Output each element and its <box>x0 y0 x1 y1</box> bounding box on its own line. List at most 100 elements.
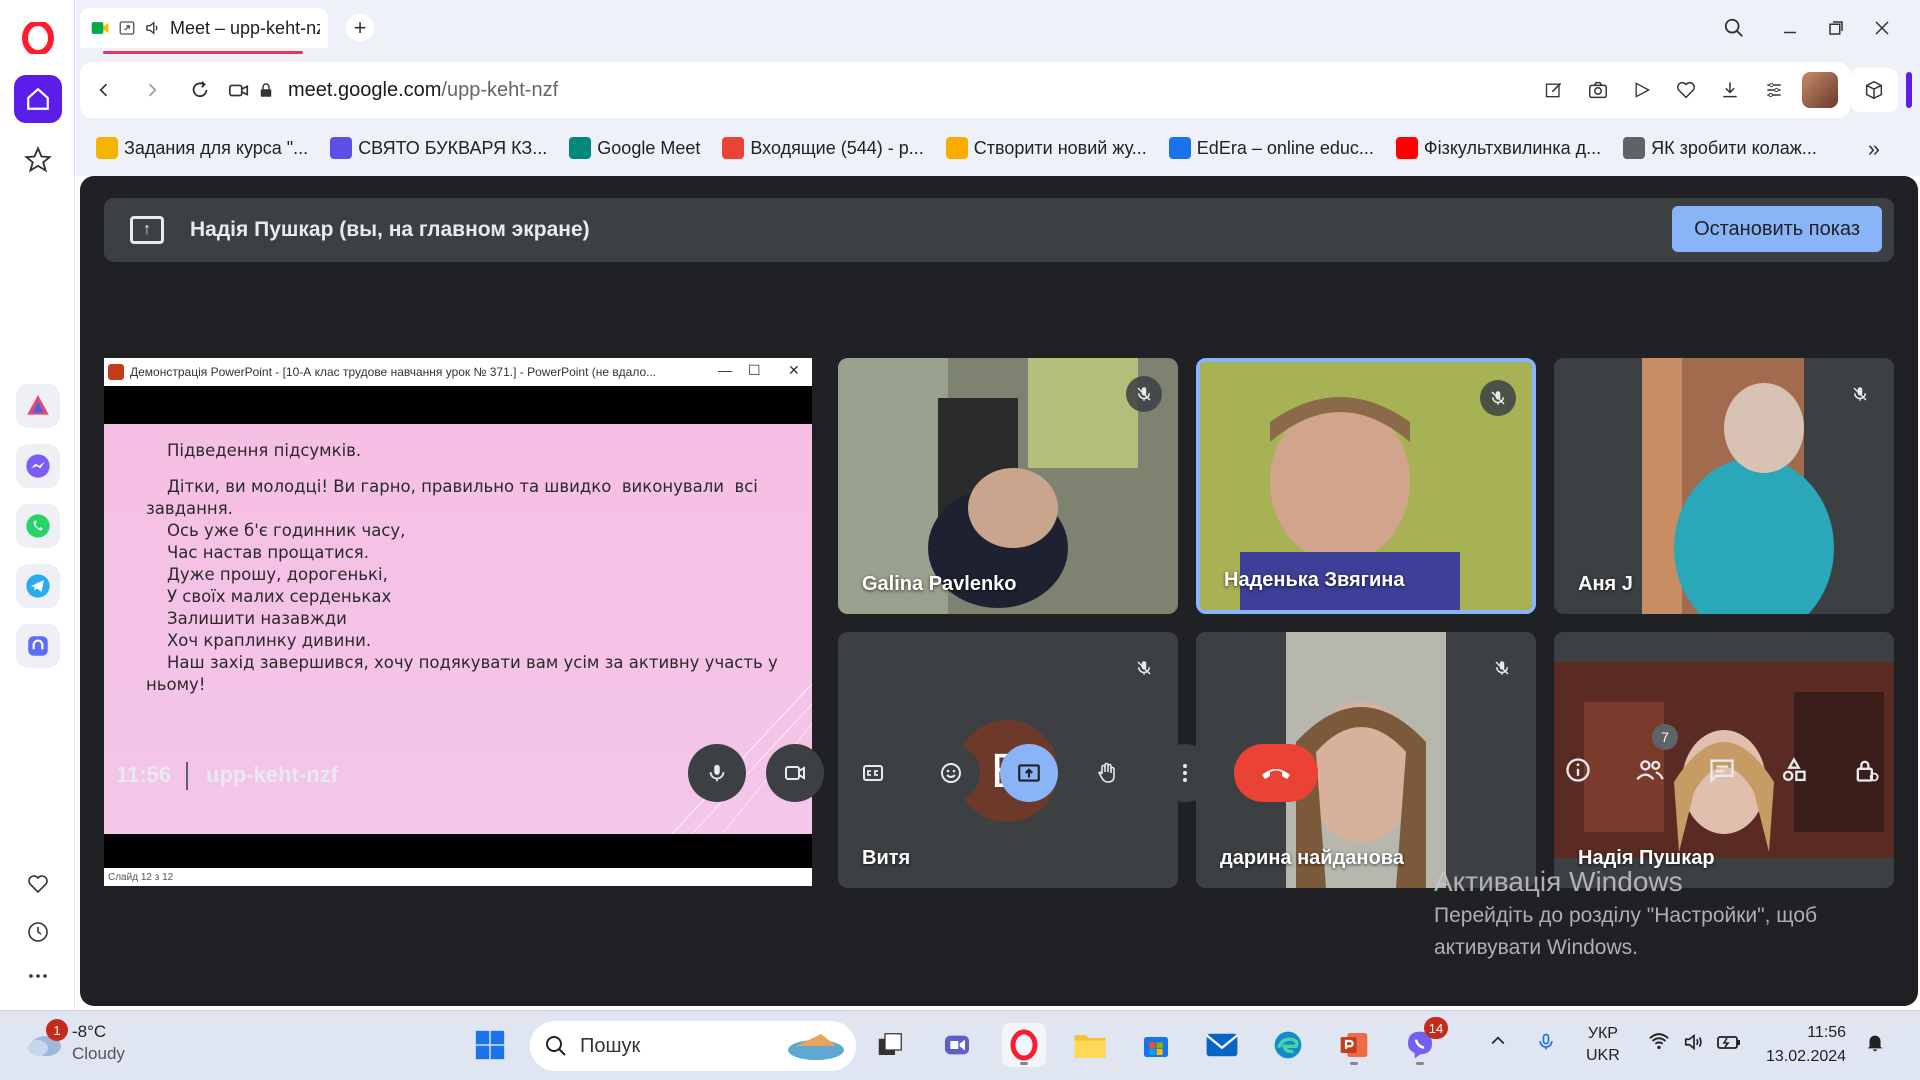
history-icon[interactable] <box>24 918 52 946</box>
volume-icon[interactable] <box>1682 1031 1706 1058</box>
extensions-cube-icon[interactable] <box>1850 68 1898 112</box>
slide-line: Час настав прощатися. <box>146 543 369 562</box>
meeting-clock: 11:56 <box>116 762 172 787</box>
edit-icon[interactable] <box>1538 74 1570 106</box>
profile-avatar[interactable] <box>1802 72 1838 108</box>
powerpoint-taskbar-icon[interactable] <box>1332 1023 1376 1067</box>
back-button[interactable] <box>80 66 128 114</box>
download-icon[interactable] <box>1714 74 1746 106</box>
heart-icon[interactable] <box>24 870 52 898</box>
meeting-details-button[interactable] <box>1558 750 1598 790</box>
mic-muted-icon <box>1842 376 1878 412</box>
host-controls-button[interactable] <box>1846 750 1886 790</box>
bookmark-item[interactable]: Задания для курса "... <box>96 137 308 159</box>
wifi-icon[interactable] <box>1648 1031 1670 1056</box>
bookmark-item[interactable]: ЯК зробити колаж... <box>1623 137 1817 159</box>
chat-button[interactable] <box>1702 750 1742 790</box>
music-player-icon[interactable] <box>16 624 60 668</box>
participant-tile[interactable]: Аня J <box>1554 358 1894 614</box>
start-button[interactable] <box>468 1023 512 1067</box>
participant-name: Наденька Звягина <box>1224 569 1405 591</box>
messenger-icon[interactable] <box>16 444 60 488</box>
raise-hand-button[interactable] <box>1078 744 1136 802</box>
participant-tile[interactable]: Galina Pavlenko <box>838 358 1178 614</box>
teams-chat-icon[interactable] <box>935 1023 979 1067</box>
home-icon[interactable] <box>14 75 62 123</box>
close-window-button[interactable] <box>1864 12 1900 44</box>
bookmark-heart-icon[interactable] <box>1670 74 1702 106</box>
activation-title: Активація Windows <box>1434 866 1683 897</box>
captions-button[interactable] <box>844 744 902 802</box>
more-bookmarks-icon[interactable]: » <box>1868 136 1880 162</box>
edge-icon[interactable] <box>1266 1023 1310 1067</box>
microphone-tray-icon[interactable] <box>1536 1031 1556 1058</box>
bookmark-item[interactable]: EdEra – online educ... <box>1168 137 1374 159</box>
aria-icon[interactable] <box>16 384 60 428</box>
tab-meet[interactable]: Meet – upp-keht-nzf <box>80 8 328 48</box>
picture-in-picture-icon[interactable] <box>118 19 136 37</box>
slide-line: Залишити назавжди <box>146 609 347 628</box>
weather-widget[interactable]: -8°C Cloudy <box>24 1021 125 1065</box>
reload-button[interactable] <box>176 66 224 114</box>
slide-line: Підведення підсумків. <box>146 441 362 460</box>
bookmark-item[interactable]: Фізкультхвилинка д... <box>1395 137 1601 159</box>
stop-presenting-button[interactable]: Остановить показ <box>1672 206 1882 252</box>
whatsapp-icon[interactable] <box>16 504 60 548</box>
forward-button[interactable] <box>128 66 176 114</box>
people-button[interactable] <box>1630 750 1670 790</box>
task-view-icon[interactable] <box>868 1023 912 1067</box>
bookmark-label: Google Meet <box>597 137 701 158</box>
meet-stage: ↑ Надія Пушкар (вы, на главном экране) О… <box>80 176 1918 1006</box>
bookmark-item[interactable]: СВЯТО БУКВАРЯ КЗ... <box>330 137 547 159</box>
mail-icon[interactable] <box>1200 1023 1244 1067</box>
activities-button[interactable] <box>1774 750 1814 790</box>
camera-in-use-icon[interactable] <box>224 66 254 114</box>
powerpoint-status: Слайд 12 з 12 <box>104 868 812 886</box>
opera-taskbar-icon[interactable] <box>1002 1023 1046 1067</box>
search-icon <box>546 1036 566 1056</box>
taskbar-search[interactable]: Пошук <box>530 1021 856 1071</box>
minimize-button[interactable] <box>1772 12 1808 44</box>
battery-icon[interactable] <box>1716 1031 1742 1058</box>
url-field[interactable]: meet.google.com/upp-keht-nzf <box>288 79 558 102</box>
input-language[interactable]: УКР UKR <box>1586 1023 1620 1067</box>
sidebar-toggle[interactable] <box>1906 72 1912 108</box>
system-clock[interactable]: 11:56 13.02.2024 <box>1766 1021 1846 1069</box>
new-tab-button[interactable]: + <box>346 14 374 42</box>
restore-button[interactable] <box>1818 12 1854 44</box>
participant-name: Galina Pavlenko <box>862 573 1017 595</box>
send-icon[interactable] <box>1626 74 1658 106</box>
show-hidden-icons[interactable] <box>1488 1031 1508 1056</box>
microsoft-store-icon[interactable] <box>1134 1023 1178 1067</box>
slide-line: У своїх малих серденьках <box>146 587 392 606</box>
participant-tile-speaking[interactable]: Наденька Звягина <box>1196 358 1536 614</box>
microphone-button[interactable] <box>688 744 746 802</box>
snapshot-camera-icon[interactable] <box>1582 74 1614 106</box>
weather-temperature: -8°C <box>72 1022 107 1041</box>
more-options-button[interactable] <box>1156 744 1214 802</box>
speaker-icon[interactable] <box>144 19 162 37</box>
easy-setup-icon[interactable] <box>1758 74 1790 106</box>
lock-icon[interactable] <box>254 66 278 114</box>
opera-logo-icon[interactable] <box>22 20 54 56</box>
url-host: meet.google.com <box>288 78 442 101</box>
notifications-bell-icon[interactable] <box>1864 1031 1886 1058</box>
file-explorer-icon[interactable] <box>1068 1023 1112 1067</box>
bookmark-item[interactable]: Створити новий жу... <box>945 137 1147 159</box>
more-icon[interactable] <box>24 962 52 990</box>
bookmark-item[interactable]: Google Meet <box>569 137 700 159</box>
slide-line <box>146 462 786 476</box>
pp-close-icon: ✕ <box>788 362 800 378</box>
participant-name: Аня J <box>1578 573 1633 595</box>
present-now-button[interactable] <box>1000 744 1058 802</box>
bookmark-item[interactable]: Входящие (544) - p... <box>722 137 924 159</box>
camera-button[interactable] <box>766 744 824 802</box>
search-tabs-icon[interactable] <box>1716 12 1752 44</box>
tab-audio-indicator <box>103 51 303 54</box>
divider <box>186 762 188 790</box>
leave-call-button[interactable] <box>1234 744 1318 802</box>
emoji-button[interactable] <box>922 744 980 802</box>
present-screen-icon: ↑ <box>130 216 164 244</box>
star-icon[interactable] <box>23 145 53 174</box>
telegram-icon[interactable] <box>16 564 60 608</box>
